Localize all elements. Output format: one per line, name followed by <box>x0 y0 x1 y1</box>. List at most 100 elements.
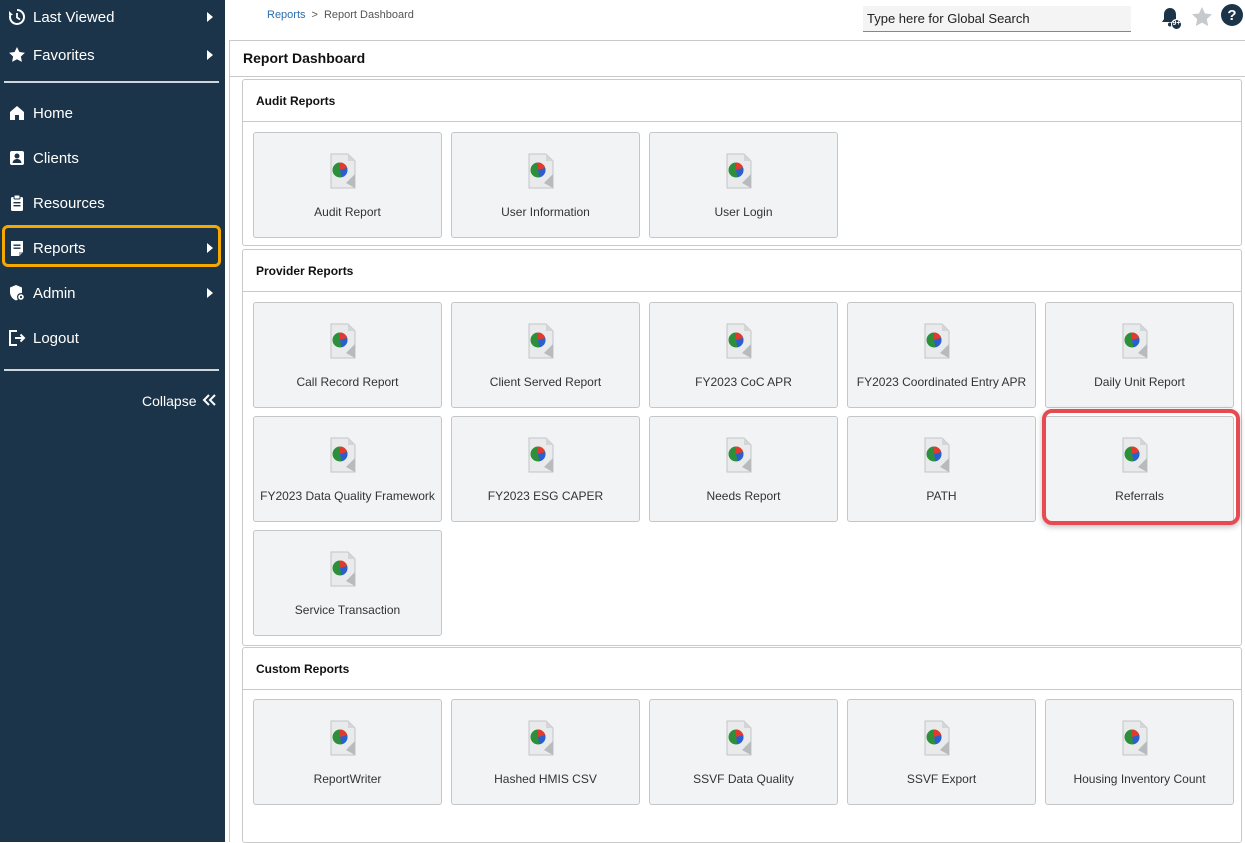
report-tile-fy2023-coc-apr[interactable]: FY2023 CoC APR <box>649 302 838 408</box>
panel-header: Provider Reports <box>243 250 1241 292</box>
report-tile-label: Client Served Report <box>489 375 602 389</box>
report-tile-label: Call Record Report <box>296 375 399 389</box>
sidebar-item-last-viewed[interactable]: Last Viewed <box>0 0 225 37</box>
panel-title: Custom Reports <box>256 662 350 676</box>
chevron-right-icon <box>207 50 213 60</box>
report-tile-fy2023-data-quality-framework[interactable]: FY2023 Data Quality Framework <box>253 416 442 522</box>
sidebar-item-label: Last Viewed <box>33 8 115 26</box>
report-tile-label: Daily Unit Report <box>1094 375 1185 389</box>
report-tile-path[interactable]: PATH <box>847 416 1036 522</box>
report-tile-label: User Login <box>714 205 773 219</box>
report-tile-label: Housing Inventory Count <box>1073 772 1206 786</box>
sidebar-item-label: Clients <box>33 149 79 167</box>
sidebar-item-label: Home <box>33 104 74 122</box>
panel-header: Audit Reports <box>243 80 1241 122</box>
report-tile-label: ReportWriter <box>313 772 382 786</box>
page-title: Report Dashboard <box>243 50 366 66</box>
sidebar-item-clients[interactable]: Clients <box>0 138 225 178</box>
report-tile-label: SSVF Data Quality <box>693 772 794 786</box>
title-divider <box>230 76 1245 77</box>
report-tile-label: FY2023 CoC APR <box>695 375 792 389</box>
clipboard-icon <box>8 194 26 212</box>
audit-reports-panel: Audit Reports Audit Report User Informati… <box>242 79 1242 246</box>
global-search-input[interactable] <box>863 6 1131 32</box>
report-tile-label: FY2023 ESG CAPER <box>487 489 604 503</box>
report-tile-label: Hashed HMIS CSV <box>494 772 597 786</box>
report-chart-icon <box>523 321 559 361</box>
history-icon <box>8 8 26 26</box>
report-tile-call-record-report[interactable]: Call Record Report <box>253 302 442 408</box>
sidebar-item-logout[interactable]: Logout <box>0 318 225 358</box>
notifications-bell-icon[interactable]: 9+ <box>1159 5 1183 31</box>
report-chart-icon <box>523 435 559 475</box>
report-tile-ssvf-export[interactable]: SSVF Export <box>847 699 1036 805</box>
sidebar-divider <box>4 369 219 371</box>
report-chart-icon <box>1117 718 1153 758</box>
report-chart-icon <box>325 435 361 475</box>
sidebar-item-home[interactable]: Home <box>0 93 225 133</box>
chevron-right-icon <box>207 288 213 298</box>
chevron-right-icon <box>207 12 213 22</box>
report-tile-reportwriter[interactable]: ReportWriter <box>253 699 442 805</box>
sidebar-item-label: Resources <box>33 194 105 212</box>
report-tile-daily-unit-report[interactable]: Daily Unit Report <box>1045 302 1234 408</box>
report-chart-icon <box>721 435 757 475</box>
sidebar-item-resources[interactable]: Resources <box>0 183 225 223</box>
active-item-outline <box>2 225 221 267</box>
report-tile-label: Audit Report <box>314 205 381 219</box>
report-chart-icon <box>523 718 559 758</box>
sidebar-divider <box>4 81 219 83</box>
report-chart-icon <box>721 151 757 191</box>
report-tile-fy2023-esg-caper[interactable]: FY2023 ESG CAPER <box>451 416 640 522</box>
breadcrumb-reports-link[interactable]: Reports <box>267 9 306 21</box>
collapse-label: Collapse <box>142 393 197 409</box>
sidebar-item-label: Favorites <box>33 46 95 64</box>
star-icon <box>8 46 26 64</box>
report-tile-referrals[interactable]: Referrals <box>1045 416 1234 522</box>
report-tile-user-login[interactable]: User Login <box>649 132 838 238</box>
report-chart-icon <box>721 718 757 758</box>
panel-header: Custom Reports <box>243 648 1241 690</box>
panel-title: Provider Reports <box>256 264 354 278</box>
report-chart-icon <box>919 718 955 758</box>
report-tile-audit-report[interactable]: Audit Report <box>253 132 442 238</box>
report-chart-icon <box>919 321 955 361</box>
report-tile-service-transaction[interactable]: Service Transaction <box>253 530 442 636</box>
top-bar: Reports > Report Dashboard 9+ ? <box>225 0 1245 40</box>
report-chart-icon <box>325 549 361 589</box>
report-tile-label: User Information <box>501 205 590 219</box>
report-tile-housing-inventory-count[interactable]: Housing Inventory Count <box>1045 699 1234 805</box>
breadcrumb-separator: > <box>311 9 318 21</box>
report-chart-icon <box>721 321 757 361</box>
collapse-button[interactable]: Collapse <box>142 393 217 409</box>
report-tile-needs-report[interactable]: Needs Report <box>649 416 838 522</box>
report-chart-icon <box>325 151 361 191</box>
notification-badge: 9+ <box>1172 20 1181 27</box>
report-tile-label: Referrals <box>1115 489 1164 503</box>
breadcrumb: Reports > Report Dashboard <box>267 9 414 21</box>
sidebar-item-admin[interactable]: Admin <box>0 273 225 313</box>
report-tile-label: SSVF Export <box>906 772 977 786</box>
sidebar: Last Viewed Favorites Home Clients Resou… <box>0 0 225 842</box>
report-tile-label: FY2023 Data Quality Framework <box>260 489 435 503</box>
report-tile-label: FY2023 Coordinated Entry APR <box>856 375 1027 389</box>
main-content: Report Dashboard Audit Reports Audit Rep… <box>229 40 1245 843</box>
report-tile-label: Service Transaction <box>294 603 401 617</box>
report-chart-icon <box>1117 435 1153 475</box>
panel-title: Audit Reports <box>256 94 336 108</box>
custom-reports-panel: Custom Reports ReportWriter Hashed HMIS C… <box>242 647 1242 843</box>
sidebar-item-label: Logout <box>33 329 79 347</box>
report-tile-hashed-hmis-csv[interactable]: Hashed HMIS CSV <box>451 699 640 805</box>
report-chart-icon <box>325 321 361 361</box>
report-tile-client-served-report[interactable]: Client Served Report <box>451 302 640 408</box>
report-tile-ssvf-data-quality[interactable]: SSVF Data Quality <box>649 699 838 805</box>
report-tile-user-information[interactable]: User Information <box>451 132 640 238</box>
home-icon <box>8 104 26 122</box>
report-chart-icon <box>1117 321 1153 361</box>
report-tile-fy2023-coordinated-entry-apr[interactable]: FY2023 Coordinated Entry APR <box>847 302 1036 408</box>
admin-shield-icon <box>8 284 26 302</box>
help-icon[interactable]: ? <box>1221 4 1243 26</box>
sidebar-item-favorites[interactable]: Favorites <box>0 35 225 75</box>
report-tile-label: Needs Report <box>706 489 781 503</box>
favorite-star-icon[interactable] <box>1190 5 1214 29</box>
